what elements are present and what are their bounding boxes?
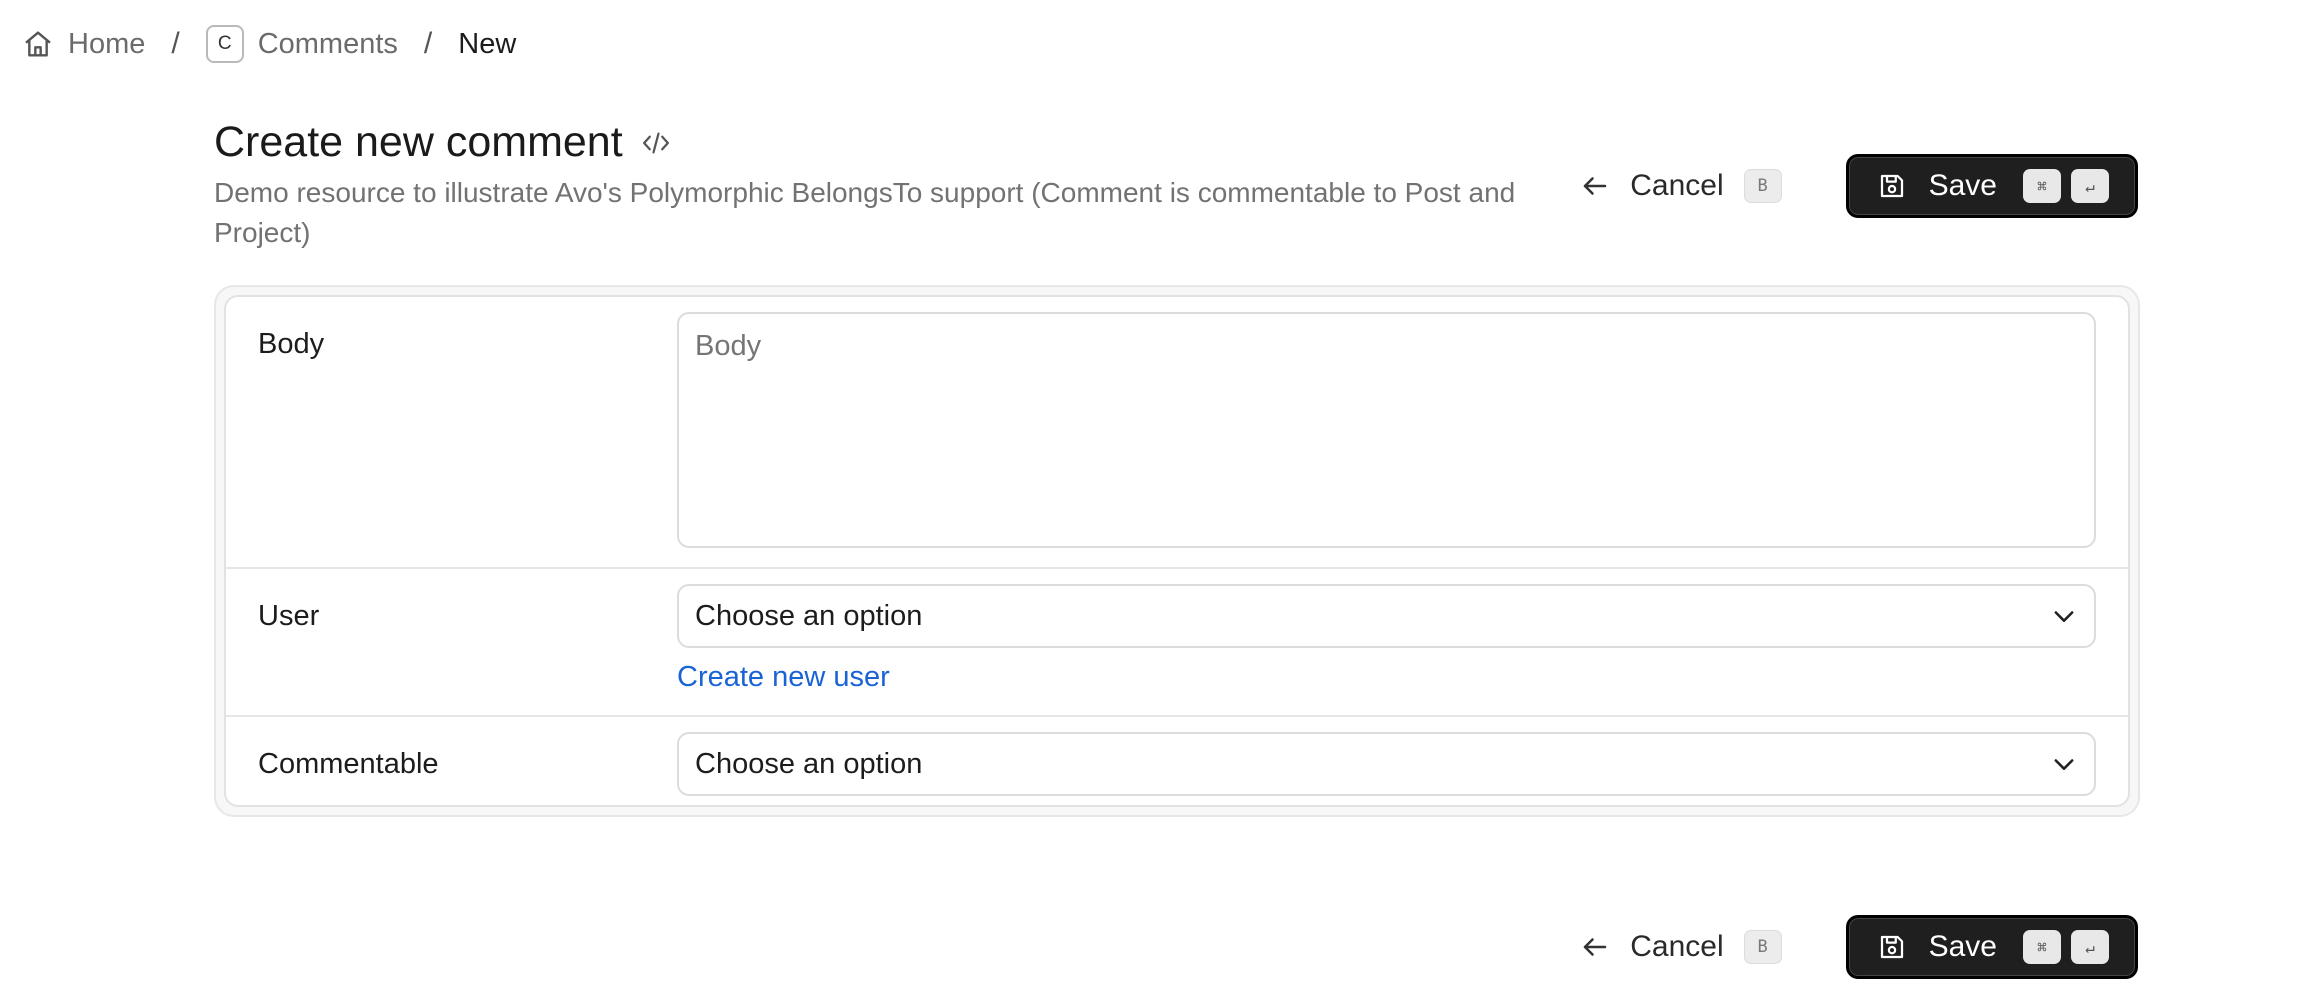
save-label: Save: [1928, 169, 1997, 202]
cancel-button[interactable]: Cancel B: [1568, 161, 1793, 211]
breadcrumb-comments-link[interactable]: C Comments: [205, 25, 398, 63]
user-label: User: [258, 600, 320, 632]
save-shortcut-enter-key: ↵: [2071, 930, 2109, 964]
breadcrumb-home-label: Home: [68, 27, 146, 60]
save-button[interactable]: Save ⌘ ↵: [1845, 915, 2138, 979]
page-title: Create new comment: [214, 118, 623, 166]
create-new-user-link[interactable]: Create new user: [677, 661, 890, 694]
field-row-body: Body: [226, 297, 2128, 569]
cancel-button[interactable]: Cancel B: [1568, 922, 1793, 972]
save-button[interactable]: Save ⌘ ↵: [1845, 154, 2138, 218]
breadcrumb-separator: /: [423, 27, 433, 60]
chevron-down-icon: [2050, 750, 2078, 778]
body-label: Body: [258, 328, 325, 360]
floppy-disk-icon: [1877, 932, 1907, 962]
breadcrumb-current: New: [458, 27, 517, 60]
cancel-label: Cancel: [1630, 930, 1724, 963]
page-description: Demo resource to illustrate Avo's Polymo…: [214, 177, 1516, 248]
field-row-commentable: Commentable Choose an option: [226, 717, 2128, 805]
save-label: Save: [1928, 930, 1997, 963]
save-shortcut-enter-key: ↵: [2071, 169, 2109, 203]
user-select[interactable]: Choose an option: [677, 584, 2096, 648]
cancel-label: Cancel: [1630, 169, 1724, 202]
body-textarea[interactable]: [677, 312, 2096, 548]
cancel-shortcut-key: B: [1743, 169, 1782, 203]
user-select-value: Choose an option: [695, 599, 923, 632]
footer-actions: Cancel B Save ⌘ ↵: [1568, 915, 2138, 979]
form-panel: Body User Choose an option Create new us…: [224, 295, 2130, 807]
floppy-disk-icon: [1877, 171, 1907, 201]
save-shortcut: ⌘ ↵: [2023, 169, 2109, 203]
chevron-down-icon: [2050, 602, 2078, 630]
breadcrumb-home-link[interactable]: Home: [22, 28, 145, 61]
commentable-select[interactable]: Choose an option: [677, 732, 2096, 796]
cancel-shortcut-key: B: [1743, 930, 1782, 964]
save-shortcut: ⌘ ↵: [2023, 930, 2109, 964]
page-header: Create new comment: [214, 118, 671, 167]
save-shortcut-mod-key: ⌘: [2023, 169, 2061, 203]
save-shortcut-mod-key: ⌘: [2023, 930, 2061, 964]
field-row-user: User Choose an option Create new user: [226, 569, 2128, 717]
commentable-select-value: Choose an option: [695, 747, 923, 780]
arrow-left-icon: [1580, 932, 1610, 962]
home-icon: [22, 28, 54, 60]
breadcrumb-separator: /: [171, 27, 180, 60]
header-actions: Cancel B Save ⌘ ↵: [1568, 154, 2138, 218]
code-icon[interactable]: [641, 128, 671, 158]
breadcrumb-comments-label: Comments: [257, 27, 398, 60]
breadcrumb: Home / C Comments / New: [22, 22, 516, 66]
commentable-label: Commentable: [258, 748, 439, 780]
form-card: Body User Choose an option Create new us…: [214, 285, 2140, 817]
arrow-left-icon: [1580, 171, 1610, 201]
resource-badge: C: [205, 25, 244, 63]
